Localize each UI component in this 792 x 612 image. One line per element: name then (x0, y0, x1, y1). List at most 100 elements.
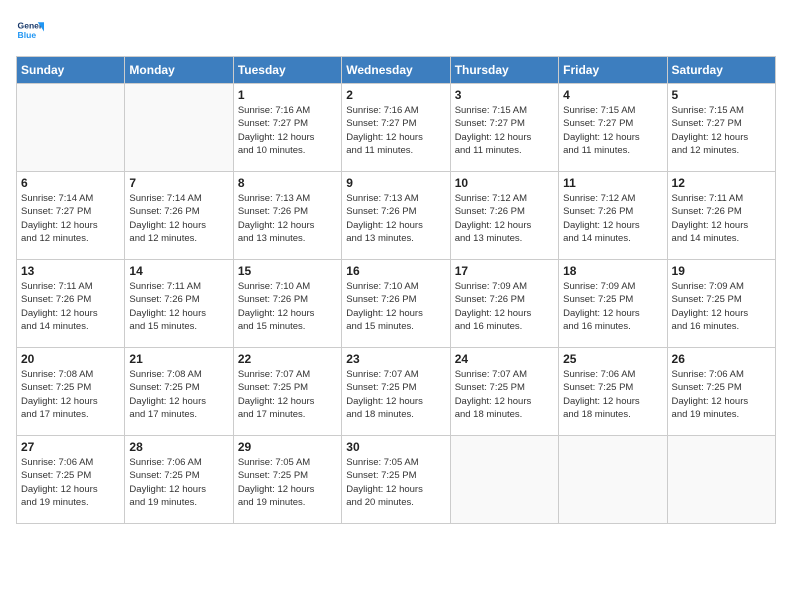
calendar-cell: 24 Sunrise: 7:07 AM Sunset: 7:25 PM Dayli… (450, 348, 558, 436)
calendar-cell: 26 Sunrise: 7:06 AM Sunset: 7:25 PM Dayli… (667, 348, 775, 436)
cell-info: Sunrise: 7:07 AM Sunset: 7:25 PM Dayligh… (455, 368, 554, 421)
day-number: 18 (563, 264, 662, 278)
day-number: 5 (672, 88, 771, 102)
cell-info: Sunrise: 7:16 AM Sunset: 7:27 PM Dayligh… (346, 104, 445, 157)
calendar-cell: 16 Sunrise: 7:10 AM Sunset: 7:26 PM Dayli… (342, 260, 450, 348)
cell-info: Sunrise: 7:09 AM Sunset: 7:25 PM Dayligh… (563, 280, 662, 333)
day-number: 23 (346, 352, 445, 366)
calendar-cell: 23 Sunrise: 7:07 AM Sunset: 7:25 PM Dayli… (342, 348, 450, 436)
calendar-cell: 19 Sunrise: 7:09 AM Sunset: 7:25 PM Dayli… (667, 260, 775, 348)
day-number: 25 (563, 352, 662, 366)
cell-info: Sunrise: 7:13 AM Sunset: 7:26 PM Dayligh… (346, 192, 445, 245)
day-number: 16 (346, 264, 445, 278)
cell-info: Sunrise: 7:05 AM Sunset: 7:25 PM Dayligh… (346, 456, 445, 509)
weekday-header-friday: Friday (559, 57, 667, 84)
day-number: 13 (21, 264, 120, 278)
calendar-cell (125, 84, 233, 172)
cell-info: Sunrise: 7:06 AM Sunset: 7:25 PM Dayligh… (672, 368, 771, 421)
calendar-cell: 28Sunrise: 7:06 AM Sunset: 7:25 PM Dayli… (125, 436, 233, 524)
calendar-cell: 15 Sunrise: 7:10 AM Sunset: 7:26 PM Dayli… (233, 260, 341, 348)
week-row-2: 6 Sunrise: 7:14 AM Sunset: 7:27 PM Daylig… (17, 172, 776, 260)
logo-icon: General Blue (16, 16, 44, 44)
cell-info: Sunrise: 7:10 AM Sunset: 7:26 PM Dayligh… (238, 280, 337, 333)
cell-info: Sunrise: 7:11 AM Sunset: 7:26 PM Dayligh… (21, 280, 120, 333)
calendar-cell: 17 Sunrise: 7:09 AM Sunset: 7:26 PM Dayli… (450, 260, 558, 348)
calendar-cell: 20Sunrise: 7:08 AM Sunset: 7:25 PM Dayli… (17, 348, 125, 436)
logo: General Blue (16, 16, 48, 44)
calendar-cell (559, 436, 667, 524)
calendar-cell: 13 Sunrise: 7:11 AM Sunset: 7:26 PM Dayli… (17, 260, 125, 348)
calendar-cell (667, 436, 775, 524)
cell-info: Sunrise: 7:11 AM Sunset: 7:26 PM Dayligh… (672, 192, 771, 245)
cell-info: Sunrise: 7:15 AM Sunset: 7:27 PM Dayligh… (455, 104, 554, 157)
day-number: 12 (672, 176, 771, 190)
day-number: 14 (129, 264, 228, 278)
day-number: 10 (455, 176, 554, 190)
day-number: 24 (455, 352, 554, 366)
day-number: 22 (238, 352, 337, 366)
calendar-cell: 14 Sunrise: 7:11 AM Sunset: 7:26 PM Dayli… (125, 260, 233, 348)
calendar-cell: 2 Sunrise: 7:16 AM Sunset: 7:27 PM Daylig… (342, 84, 450, 172)
calendar-cell (17, 84, 125, 172)
cell-info: Sunrise: 7:11 AM Sunset: 7:26 PM Dayligh… (129, 280, 228, 333)
header: General Blue (16, 16, 776, 44)
cell-info: Sunrise: 7:06 AM Sunset: 7:25 PM Dayligh… (129, 456, 228, 509)
cell-info: Sunrise: 7:07 AM Sunset: 7:25 PM Dayligh… (346, 368, 445, 421)
calendar-body: 1 Sunrise: 7:16 AM Sunset: 7:27 PM Daylig… (17, 84, 776, 524)
week-row-4: 20 Sunrise: 7:08 AM Sunset: 7:25 PM Dayli… (17, 348, 776, 436)
week-row-3: 13 Sunrise: 7:11 AM Sunset: 7:26 PM Dayli… (17, 260, 776, 348)
cell-info: Sunrise: 7:12 AM Sunset: 7:26 PM Dayligh… (563, 192, 662, 245)
day-number: 27 (21, 440, 120, 454)
cell-info: Sunrise: 7:13 AM Sunset: 7:26 PM Dayligh… (238, 192, 337, 245)
day-number: 30 (346, 440, 445, 454)
calendar-cell: 22 Sunrise: 7:07 AM Sunset: 7:25 PM Dayli… (233, 348, 341, 436)
weekday-header-saturday: Saturday (667, 57, 775, 84)
cell-info: Sunrise: 7:12 AM Sunset: 7:26 PM Dayligh… (455, 192, 554, 245)
calendar-cell: 18 Sunrise: 7:09 AM Sunset: 7:25 PM Dayli… (559, 260, 667, 348)
calendar-cell: 12 Sunrise: 7:11 AM Sunset: 7:26 PM Dayli… (667, 172, 775, 260)
week-row-1: 1 Sunrise: 7:16 AM Sunset: 7:27 PM Daylig… (17, 84, 776, 172)
calendar-cell (450, 436, 558, 524)
cell-info: Sunrise: 7:10 AM Sunset: 7:26 PM Dayligh… (346, 280, 445, 333)
calendar-cell: 5 Sunrise: 7:15 AM Sunset: 7:27 PM Daylig… (667, 84, 775, 172)
calendar-cell: 4Sunrise: 7:15 AM Sunset: 7:27 PM Daylig… (559, 84, 667, 172)
weekday-header-monday: Monday (125, 57, 233, 84)
calendar-cell: 25 Sunrise: 7:06 AM Sunset: 7:25 PM Dayli… (559, 348, 667, 436)
calendar-cell: 7Sunrise: 7:14 AM Sunset: 7:26 PM Daylig… (125, 172, 233, 260)
cell-info: Sunrise: 7:06 AM Sunset: 7:25 PM Dayligh… (563, 368, 662, 421)
calendar-cell: 11Sunrise: 7:12 AM Sunset: 7:26 PM Dayli… (559, 172, 667, 260)
cell-info: Sunrise: 7:09 AM Sunset: 7:26 PM Dayligh… (455, 280, 554, 333)
weekday-header-row: SundayMondayTuesdayWednesdayThursdayFrid… (17, 57, 776, 84)
day-number: 6 (21, 176, 120, 190)
cell-info: Sunrise: 7:14 AM Sunset: 7:26 PM Dayligh… (129, 192, 228, 245)
cell-info: Sunrise: 7:06 AM Sunset: 7:25 PM Dayligh… (21, 456, 120, 509)
weekday-header-wednesday: Wednesday (342, 57, 450, 84)
cell-info: Sunrise: 7:09 AM Sunset: 7:25 PM Dayligh… (672, 280, 771, 333)
calendar-cell: 3 Sunrise: 7:15 AM Sunset: 7:27 PM Daylig… (450, 84, 558, 172)
cell-info: Sunrise: 7:08 AM Sunset: 7:25 PM Dayligh… (129, 368, 228, 421)
calendar-cell: 8 Sunrise: 7:13 AM Sunset: 7:26 PM Daylig… (233, 172, 341, 260)
day-number: 20 (21, 352, 120, 366)
day-number: 8 (238, 176, 337, 190)
calendar-table: SundayMondayTuesdayWednesdayThursdayFrid… (16, 56, 776, 524)
cell-info: Sunrise: 7:05 AM Sunset: 7:25 PM Dayligh… (238, 456, 337, 509)
day-number: 21 (129, 352, 228, 366)
day-number: 3 (455, 88, 554, 102)
day-number: 1 (238, 88, 337, 102)
day-number: 19 (672, 264, 771, 278)
cell-info: Sunrise: 7:15 AM Sunset: 7:27 PM Dayligh… (672, 104, 771, 157)
calendar-cell: 30 Sunrise: 7:05 AM Sunset: 7:25 PM Dayli… (342, 436, 450, 524)
week-row-5: 27 Sunrise: 7:06 AM Sunset: 7:25 PM Dayli… (17, 436, 776, 524)
day-number: 15 (238, 264, 337, 278)
cell-info: Sunrise: 7:14 AM Sunset: 7:27 PM Dayligh… (21, 192, 120, 245)
calendar-cell: 9Sunrise: 7:13 AM Sunset: 7:26 PM Daylig… (342, 172, 450, 260)
day-number: 17 (455, 264, 554, 278)
day-number: 2 (346, 88, 445, 102)
calendar-cell: 27 Sunrise: 7:06 AM Sunset: 7:25 PM Dayli… (17, 436, 125, 524)
calendar-cell: 6 Sunrise: 7:14 AM Sunset: 7:27 PM Daylig… (17, 172, 125, 260)
cell-info: Sunrise: 7:07 AM Sunset: 7:25 PM Dayligh… (238, 368, 337, 421)
day-number: 26 (672, 352, 771, 366)
weekday-header-tuesday: Tuesday (233, 57, 341, 84)
calendar-cell: 10 Sunrise: 7:12 AM Sunset: 7:26 PM Dayli… (450, 172, 558, 260)
calendar-header: SundayMondayTuesdayWednesdayThursdayFrid… (17, 57, 776, 84)
